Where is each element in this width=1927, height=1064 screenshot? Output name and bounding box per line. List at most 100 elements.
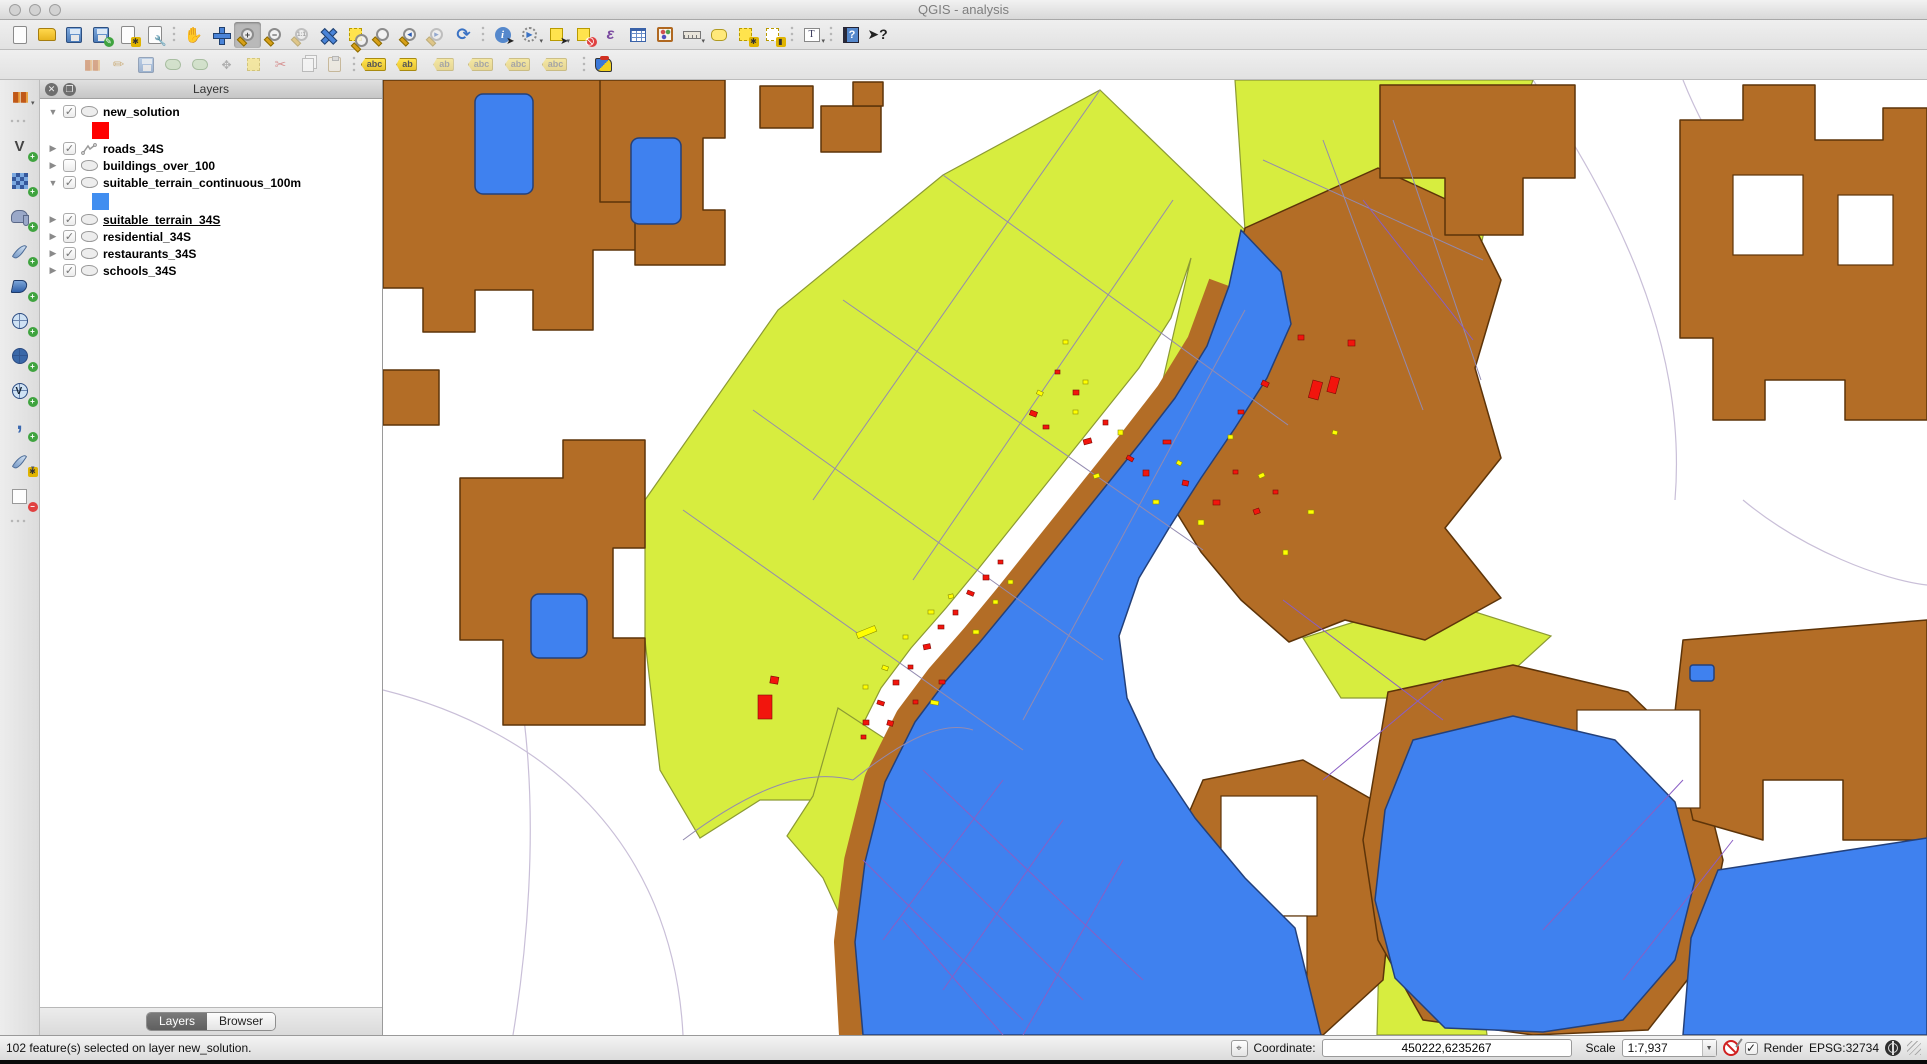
new-bookmark-button[interactable]: ✱ [732,22,759,48]
zoom-to-layer-button[interactable] [369,22,396,48]
expand-arrow-icon[interactable]: ▶ [48,248,58,259]
layer-checkbox[interactable]: ✓ [63,230,76,243]
zoom-layer-icon [376,28,389,41]
new-composer-button[interactable]: ✱ [114,22,141,48]
new-project-button[interactable] [6,22,33,48]
toggle-editing-button[interactable]: ✏ [105,52,132,78]
layer-row-new-solution[interactable]: ▼ ✓ new_solution [40,103,382,120]
tab-layers[interactable]: Layers [147,1013,207,1030]
deselect-all-button[interactable]: ⃠ [570,22,597,48]
help-button[interactable]: ? [837,22,864,48]
change-label-button[interactable]: abc [541,52,568,78]
expand-arrow-icon[interactable]: ▼ [48,107,58,117]
highlight-labels-button[interactable]: ab [430,52,457,78]
show-bookmarks-button[interactable]: ▮ [759,22,786,48]
layer-row-buildings[interactable]: ▶ buildings_over_100 [40,157,382,174]
add-wms-layer-button[interactable]: + [5,342,35,370]
move-feature-button[interactable]: ✥ [213,52,240,78]
layer-checkbox-unchecked[interactable] [63,159,76,172]
rotate-label-button[interactable]: abc [504,52,531,78]
layer-checkbox[interactable]: ✓ [63,142,76,155]
add-oracle-layer-button[interactable]: + [5,307,35,335]
copy-features-button[interactable] [294,52,321,78]
zoom-last-button[interactable]: ◂ [396,22,423,48]
paste-features-button[interactable] [321,52,348,78]
pan-to-selection-button[interactable] [207,22,234,48]
layer-row-restaurants[interactable]: ▶ ✓ restaurants_34S [40,245,382,262]
expand-arrow-icon[interactable]: ▶ [48,160,58,171]
zoom-full-button[interactable] [315,22,342,48]
labeling-button[interactable]: abc [360,52,387,78]
layer-checkbox[interactable]: ✓ [63,213,76,226]
zoom-next-button[interactable]: ▸ [423,22,450,48]
map-canvas[interactable] [383,80,1927,1035]
add-wfs-layer-button[interactable]: V+ [5,377,35,405]
zoom-actual-button[interactable]: 1:1 [288,22,315,48]
expand-arrow-icon[interactable]: ▶ [48,214,58,225]
measure-button[interactable]: ▾ [678,22,705,48]
resize-grip[interactable] [1907,1041,1921,1055]
identify-features-button[interactable]: i➤ [489,22,516,48]
layer-row-schools[interactable]: ▶ ✓ schools_34S [40,262,382,279]
expand-arrow-icon[interactable]: ▶ [48,265,58,276]
layer-checkbox[interactable]: ✓ [63,105,76,118]
open-attribute-table-button[interactable] [624,22,651,48]
add-spatialite-layer-button[interactable]: + [5,237,35,265]
text-annotation-button[interactable]: T▾ [798,22,825,48]
add-mssql-layer-button[interactable]: + [5,272,35,300]
layer-row-suitable-terrain-continuous[interactable]: ▼ ✓ suitable_terrain_continuous_100m [40,174,382,191]
add-part-icon [192,59,208,70]
plus-badge-icon: + [28,292,38,302]
whats-this-button[interactable]: ➤? [864,22,891,48]
current-edits-button[interactable]: ▮▮▾ [5,82,35,110]
layer-row-roads[interactable]: ▶ ✓ roads_34S [40,140,382,157]
zoom-to-selection-button[interactable] [342,22,369,48]
current-edits-button[interactable]: ▮▮ [78,52,105,78]
save-project-button[interactable] [60,22,87,48]
pin-labels-button[interactable]: ab [393,52,420,78]
remove-layer-button[interactable]: − [5,482,35,510]
processing-toolbox-button[interactable] [590,52,617,78]
node-tool-button[interactable] [240,52,267,78]
extents-toggle-icon[interactable]: ⌖ [1231,1040,1248,1057]
save-project-as-button[interactable]: ✎ [87,22,114,48]
map-svg[interactable] [383,80,1927,1035]
tab-browser[interactable]: Browser [207,1013,275,1030]
save-edits-button[interactable] [132,52,159,78]
move-label-button[interactable]: abc [467,52,494,78]
render-checkbox[interactable]: ✓ [1745,1042,1758,1055]
composer-manager-button[interactable]: 🔧 [141,22,168,48]
layer-checkbox[interactable]: ✓ [63,247,76,260]
layer-checkbox[interactable]: ✓ [63,264,76,277]
stop-rendering-icon[interactable] [1723,1040,1739,1056]
scale-combobox[interactable]: 1:7,937 ▼ [1622,1039,1717,1057]
expand-arrow-icon[interactable]: ▶ [48,143,58,154]
add-vector-layer-button[interactable]: V+ [5,132,35,160]
statistics-button[interactable] [651,22,678,48]
crs-status-icon[interactable] [1885,1040,1901,1056]
add-raster-layer-button[interactable]: + [5,167,35,195]
select-by-expression-button[interactable]: ε [597,22,624,48]
zoom-in-button[interactable]: + [234,22,261,48]
add-feature-button[interactable] [159,52,186,78]
open-project-button[interactable] [33,22,60,48]
coordinate-input[interactable] [1322,1039,1572,1057]
toolbar-separator [170,24,178,46]
run-feature-action-button[interactable]: ▶▾ [516,22,543,48]
cut-features-button[interactable]: ✂ [267,52,294,78]
refresh-map-button[interactable]: ⟳ [450,22,477,48]
add-postgis-layer-button[interactable]: + [5,202,35,230]
layer-row-residential[interactable]: ▶ ✓ residential_34S [40,228,382,245]
add-part-button[interactable] [186,52,213,78]
pan-map-button[interactable]: ✋ [180,22,207,48]
add-delimited-text-layer-button[interactable]: ,+ [5,412,35,440]
toolbar-separator [479,24,487,46]
expand-arrow-icon[interactable]: ▼ [48,178,58,188]
expand-arrow-icon[interactable]: ▶ [48,231,58,242]
select-features-button[interactable]: ➤▾ [543,22,570,48]
new-spatialite-layer-button[interactable]: ✱▾ [5,447,35,475]
zoom-out-button[interactable]: − [261,22,288,48]
layer-checkbox[interactable]: ✓ [63,176,76,189]
map-tips-button[interactable] [705,22,732,48]
layer-row-suitable-terrain[interactable]: ▶ ✓ suitable_terrain_34S [40,211,382,228]
